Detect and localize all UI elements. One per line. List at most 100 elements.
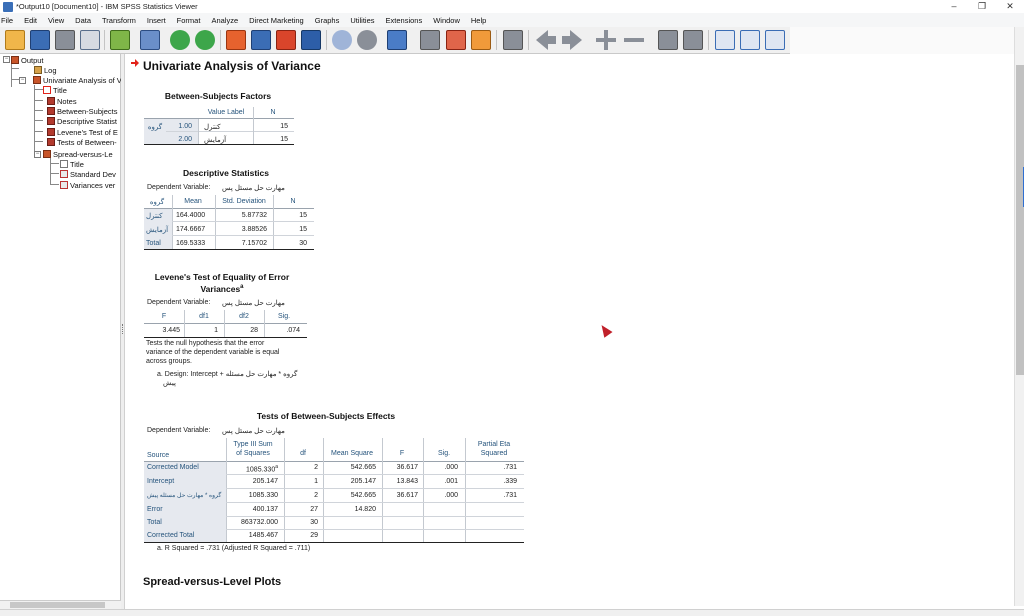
outline-item-title[interactable]: Title (43, 85, 67, 95)
minimize-button[interactable]: – (940, 0, 968, 13)
menu-extensions[interactable]: Extensions (386, 16, 423, 25)
outline-item-label: Title (70, 159, 84, 169)
menu-analyze[interactable]: Analyze (211, 16, 238, 25)
print-preview-icon[interactable] (80, 30, 100, 50)
goto-data-icon[interactable] (226, 30, 246, 50)
outline-item-spread-title[interactable]: Title (60, 159, 84, 169)
menu-insert[interactable]: Insert (147, 16, 166, 25)
bsf-row-n: 15 (280, 136, 288, 143)
levene-header-df1: df1 (199, 313, 209, 320)
list-icon[interactable] (387, 30, 407, 50)
desc-row-sd: 3.88526 (241, 226, 267, 233)
desc-row-group: کنترل (146, 213, 163, 220)
menu-transform[interactable]: Transform (102, 16, 136, 25)
tbse-row-df: 27 (310, 506, 318, 513)
pane-splitter[interactable] (121, 54, 125, 609)
export-icon[interactable] (110, 30, 130, 50)
outline-item-between-subjects[interactable]: Between-Subjects (47, 106, 121, 116)
desc-header-sd: Std. Deviation (222, 198, 266, 205)
outline-item-label: Title (53, 85, 67, 95)
outline-item-levene[interactable]: Levene's Test of E (47, 127, 121, 137)
circles-icon[interactable] (357, 30, 377, 50)
bsf-row-label: کنترل (204, 124, 221, 131)
scroll-thumb[interactable] (1016, 65, 1024, 375)
tbse-row-df: 1 (314, 478, 318, 485)
collapse-icon[interactable] (624, 38, 644, 42)
tbse-row-source: گروه * مهارت حل مسئله پیش (147, 493, 222, 499)
undo-icon[interactable] (170, 30, 190, 50)
outline-item-standard-dev[interactable]: Standard Dev (60, 169, 121, 179)
edit-icon[interactable] (446, 30, 466, 50)
menu-window[interactable]: Window (433, 16, 460, 25)
bsf-title: Between-Subjects Factors (164, 91, 272, 101)
outline-item-descriptive[interactable]: Descriptive Statist (47, 116, 121, 126)
open-icon[interactable] (5, 30, 25, 50)
tbse-row-source: Total (147, 519, 162, 526)
hide-icon[interactable] (683, 30, 703, 50)
collapse-univariate-toggle[interactable]: − (19, 77, 26, 84)
collapse-output-toggle[interactable]: − (3, 56, 10, 63)
tbse-header-df: df (300, 450, 306, 457)
scroll-thumb[interactable] (10, 602, 105, 608)
print-icon[interactable] (55, 30, 75, 50)
outline-item-variances[interactable]: Variances ver (60, 180, 121, 190)
levene-title: Levene's Test of Equality of Error Varia… (142, 272, 302, 294)
table-icon (47, 107, 55, 115)
close-button[interactable]: ✕ (996, 0, 1024, 13)
tbse-row-eta: .731 (503, 464, 517, 471)
output-content: Univariate Analysis of Variance Between-… (126, 54, 1014, 609)
desc-header-n: N (290, 198, 296, 205)
page-title: Univariate Analysis of Variance (143, 59, 321, 73)
menu-file[interactable]: File (1, 16, 13, 25)
menu-help[interactable]: Help (471, 16, 486, 25)
toolbar (0, 27, 1024, 54)
outline-item-label: Log (44, 65, 57, 75)
outline-item-spread[interactable]: Spread-versus-Le (43, 149, 121, 159)
build-icon[interactable] (420, 30, 440, 50)
back-icon[interactable] (536, 30, 556, 50)
outline-item-notes[interactable]: Notes (47, 96, 77, 106)
circle-icon[interactable] (332, 30, 352, 50)
menu-edit[interactable]: Edit (24, 16, 37, 25)
outline-item-log[interactable]: Log (34, 65, 57, 75)
forward-icon[interactable] (562, 30, 582, 50)
outline-item-output[interactable]: Output (11, 55, 44, 65)
menu-view[interactable]: View (48, 16, 64, 25)
insert-heading-icon[interactable] (715, 30, 735, 50)
tbse-header-ss-line2: of Squares (236, 450, 270, 457)
menu-data[interactable]: Data (75, 16, 91, 25)
menu-format[interactable]: Format (177, 16, 201, 25)
blank-icon[interactable] (503, 30, 523, 50)
book-icon (43, 150, 51, 158)
collapse-spread-toggle[interactable]: − (34, 151, 41, 158)
content-vertical-scrollbar[interactable] (1014, 27, 1024, 606)
outline-item-tests-between[interactable]: Tests of Between- (47, 137, 121, 147)
goto-variable-icon[interactable] (276, 30, 296, 50)
variables-icon[interactable] (301, 30, 321, 50)
tbse-row-sig: .000 (444, 492, 458, 499)
restore-button[interactable]: ❐ (968, 0, 996, 13)
goto-case-icon[interactable] (251, 30, 271, 50)
outline-item-label: Spread-versus-Le (53, 149, 113, 159)
recall-dialog-icon[interactable] (140, 30, 160, 50)
levene-value-sig: .074 (286, 327, 300, 334)
chart-icon[interactable] (471, 30, 491, 50)
menu-direct-marketing[interactable]: Direct Marketing (249, 16, 304, 25)
outline-pane: − − − Output Log Univariate Analysis of … (0, 54, 121, 600)
levene-header-sig: Sig. (277, 313, 291, 320)
expand-icon[interactable] (596, 30, 616, 50)
menu-graphs[interactable]: Graphs (315, 16, 340, 25)
outline-horizontal-scrollbar[interactable] (0, 600, 121, 609)
insert-title-icon[interactable] (740, 30, 760, 50)
outline-item-label: Output (21, 55, 44, 65)
show-icon[interactable] (658, 30, 678, 50)
redo-icon[interactable] (195, 30, 215, 50)
save-icon[interactable] (30, 30, 50, 50)
tbse-row-sig: .001 (444, 478, 458, 485)
menu-utilities[interactable]: Utilities (350, 16, 374, 25)
desc-row-sd: 7.15702 (241, 240, 267, 247)
outline-item-univariate[interactable]: Univariate Analysis of V (33, 75, 121, 85)
insert-text-icon[interactable] (765, 30, 785, 50)
levene-note-line2: variance of the dependent variable is eq… (146, 349, 280, 356)
desc-dep-var-label: Dependent Variable: (147, 184, 211, 191)
